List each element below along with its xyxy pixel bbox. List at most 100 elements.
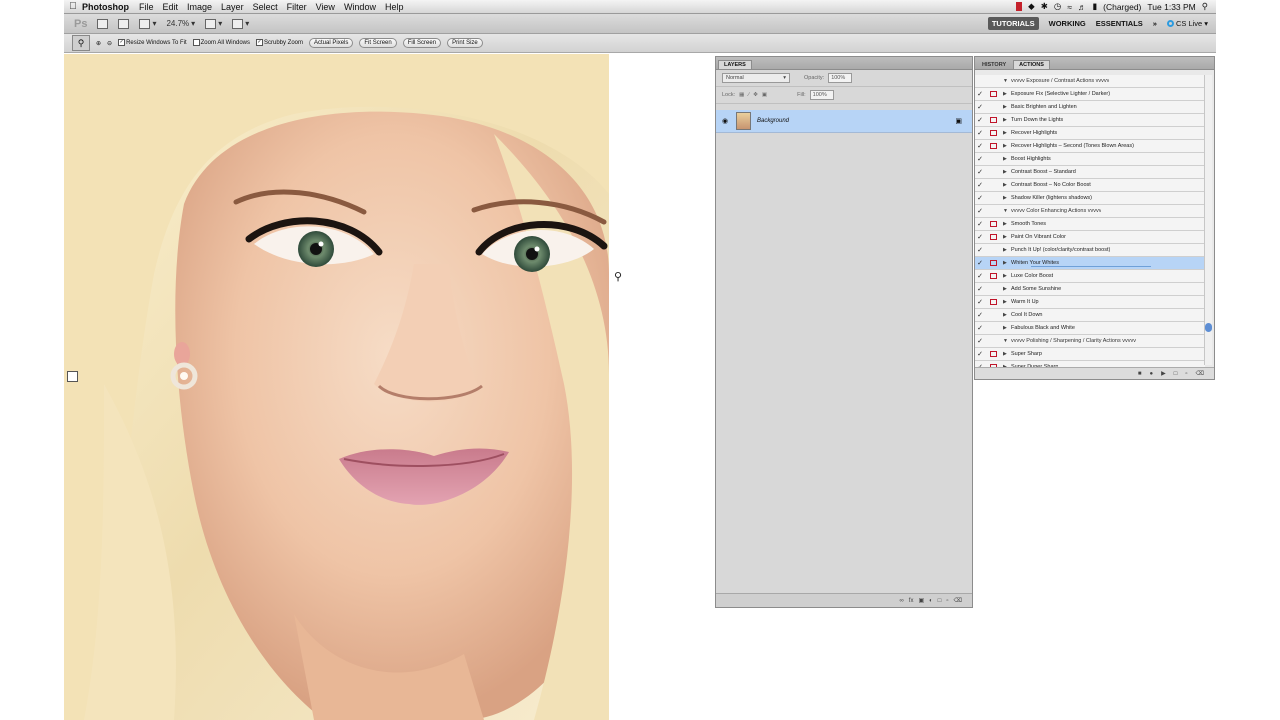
toggle-check-icon[interactable]: ✓ bbox=[975, 285, 985, 293]
action-set-row[interactable]: ▼ vvvvv Exposure / Contrast Actions vvvvv bbox=[975, 75, 1205, 88]
lock-transparent-icon[interactable]: ▦ bbox=[739, 92, 744, 98]
lock-image-icon[interactable]: ∕ bbox=[748, 92, 749, 98]
zoom-in-button[interactable]: ⊕ bbox=[96, 40, 101, 47]
layer-style-icon[interactable]: fx bbox=[909, 598, 914, 604]
actions-scrollbar[interactable] bbox=[1204, 75, 1212, 365]
toggle-check-icon[interactable]: ✓ bbox=[975, 272, 985, 280]
toggle-check-icon[interactable]: ✓ bbox=[975, 129, 985, 137]
screen-mode-button[interactable]: ▾ bbox=[232, 18, 249, 29]
dialog-toggle-icon[interactable] bbox=[990, 286, 997, 292]
wifi-icon[interactable]: ≈ bbox=[1067, 2, 1072, 12]
collapse-triangle-icon[interactable]: ▶ bbox=[1003, 195, 1011, 201]
action-row[interactable]: ✓ ▶ Paint On Vibrant Color bbox=[975, 231, 1205, 244]
toggle-check-icon[interactable]: ✓ bbox=[975, 298, 985, 306]
resize-windows-checkbox[interactable]: ✓ Resize Windows To Fit bbox=[118, 39, 187, 47]
toggle-check-icon[interactable]: ✓ bbox=[975, 90, 985, 98]
menu-edit[interactable]: Edit bbox=[163, 2, 179, 12]
action-set-row[interactable]: ✓ ▼ vvvvv Color Enhancing Actions vvvvv bbox=[975, 205, 1205, 218]
workspace-essentials[interactable]: ESSENTIALS bbox=[1096, 19, 1143, 28]
dialog-toggle-icon[interactable] bbox=[990, 247, 997, 253]
dialog-toggle-icon[interactable] bbox=[990, 117, 997, 123]
action-row[interactable]: ✓ ▶ Basic Brighten and Lighten bbox=[975, 101, 1205, 114]
adjustment-layer-icon[interactable]: ◐ bbox=[929, 598, 933, 604]
collapse-triangle-icon[interactable]: ▶ bbox=[1003, 182, 1011, 188]
cs-live-button[interactable]: CS Live ▾ bbox=[1166, 19, 1208, 28]
toggle-check-icon[interactable]: ✓ bbox=[975, 142, 985, 150]
toggle-check-icon[interactable]: ✓ bbox=[975, 194, 985, 202]
toggle-check-icon[interactable]: ✓ bbox=[975, 220, 985, 228]
timemachine-icon[interactable]: ◷ bbox=[1054, 1, 1061, 12]
dialog-toggle-icon[interactable] bbox=[990, 273, 997, 279]
collapse-triangle-icon[interactable]: ▶ bbox=[1003, 351, 1011, 357]
workspace-working[interactable]: WORKING bbox=[1049, 19, 1086, 28]
opacity-field[interactable]: 100% bbox=[828, 73, 853, 83]
collapse-triangle-icon[interactable]: ▶ bbox=[1003, 130, 1011, 136]
menu-file[interactable]: File bbox=[139, 2, 154, 12]
action-row[interactable]: ✓ ▶ Cool It Down bbox=[975, 309, 1205, 322]
collapse-triangle-icon[interactable]: ▶ bbox=[1003, 234, 1011, 240]
more-workspaces-button[interactable]: » bbox=[1153, 19, 1157, 28]
foreground-color-swatch[interactable] bbox=[66, 371, 78, 382]
app-menu-photoshop[interactable]: Photoshop bbox=[82, 2, 129, 12]
action-row[interactable]: ✓ ▶ Fabulous Black and White bbox=[975, 322, 1205, 335]
dialog-toggle-icon[interactable] bbox=[990, 195, 997, 201]
dialog-toggle-icon[interactable] bbox=[990, 312, 997, 318]
dialog-toggle-icon[interactable] bbox=[990, 325, 997, 331]
tab-layers[interactable]: LAYERS bbox=[718, 60, 752, 69]
link-layers-icon[interactable]: ∞ bbox=[900, 598, 904, 604]
apple-icon[interactable]:  bbox=[64, 1, 82, 12]
zoom-all-windows-checkbox[interactable]: Zoom All Windows bbox=[192, 39, 250, 47]
launch-mini-bridge-button[interactable] bbox=[118, 18, 130, 29]
dropbox-icon[interactable]: ◆ bbox=[1028, 1, 1035, 12]
zoom-out-button[interactable]: ⊖ bbox=[107, 40, 112, 47]
dialog-toggle-icon[interactable] bbox=[990, 156, 997, 162]
toggle-check-icon[interactable]: ✓ bbox=[975, 337, 985, 345]
expand-triangle-icon[interactable]: ▼ bbox=[1003, 208, 1011, 214]
view-extras-button[interactable]: ▾ bbox=[139, 18, 156, 29]
menu-image[interactable]: Image bbox=[187, 2, 212, 12]
dialog-toggle-icon[interactable] bbox=[990, 78, 997, 84]
new-set-icon[interactable]: □ bbox=[1174, 371, 1178, 377]
toggle-check-icon[interactable]: ✓ bbox=[975, 259, 985, 267]
dialog-toggle-icon[interactable] bbox=[990, 351, 997, 357]
new-group-icon[interactable]: □ bbox=[938, 598, 942, 604]
dialog-toggle-icon[interactable] bbox=[990, 182, 997, 188]
eye-icon[interactable]: ◉ bbox=[720, 117, 730, 125]
collapse-triangle-icon[interactable]: ▶ bbox=[1003, 104, 1011, 110]
dialog-toggle-icon[interactable] bbox=[990, 234, 997, 240]
toggle-check-icon[interactable]: ✓ bbox=[975, 246, 985, 254]
collapse-triangle-icon[interactable]: ▶ bbox=[1003, 221, 1011, 227]
action-row[interactable]: ✓ ▶ Recover Highlights bbox=[975, 127, 1205, 140]
action-row[interactable]: ✓ ▶ Luxe Color Boost bbox=[975, 270, 1205, 283]
add-mask-icon[interactable]: ▣ bbox=[918, 597, 924, 604]
collapse-triangle-icon[interactable]: ▶ bbox=[1003, 260, 1011, 266]
arrange-documents-button[interactable]: ▾ bbox=[205, 18, 222, 29]
collapse-triangle-icon[interactable]: ▶ bbox=[1003, 117, 1011, 123]
stop-icon[interactable]: ■ bbox=[1138, 371, 1142, 377]
actual-pixels-button[interactable]: Actual Pixels bbox=[309, 38, 354, 48]
collapse-triangle-icon[interactable]: ▶ bbox=[1003, 156, 1011, 162]
tab-actions[interactable]: ACTIONS bbox=[1013, 60, 1050, 69]
volume-icon[interactable]: ♬ bbox=[1078, 2, 1087, 12]
dialog-toggle-icon[interactable] bbox=[990, 221, 997, 227]
fill-screen-button[interactable]: Fill Screen bbox=[402, 38, 442, 48]
toggle-check-icon[interactable]: ✓ bbox=[975, 103, 985, 111]
toggle-check-icon[interactable]: ✓ bbox=[975, 207, 985, 215]
collapse-triangle-icon[interactable]: ▶ bbox=[1003, 143, 1011, 149]
collapse-triangle-icon[interactable]: ▶ bbox=[1003, 299, 1011, 305]
layer-row-background[interactable]: ◉ Background ▣ bbox=[716, 110, 972, 133]
action-row[interactable]: ✓ ▶ Whiten Your Whites bbox=[975, 257, 1205, 270]
zoom-level-select[interactable]: 24.7% ▾ bbox=[166, 19, 195, 28]
battery-status[interactable]: (Charged) bbox=[1103, 2, 1141, 12]
collapse-triangle-icon[interactable]: ▶ bbox=[1003, 273, 1011, 279]
record-icon[interactable]: ● bbox=[1150, 371, 1154, 377]
dialog-toggle-icon[interactable] bbox=[990, 130, 997, 136]
workspace-tutorials[interactable]: TUTORIALS bbox=[987, 17, 1039, 30]
dialog-toggle-icon[interactable] bbox=[990, 299, 997, 305]
collapse-triangle-icon[interactable]: ▶ bbox=[1003, 325, 1011, 331]
lock-position-icon[interactable]: ✥ bbox=[753, 92, 758, 98]
menu-window[interactable]: Window bbox=[344, 2, 376, 12]
expand-triangle-icon[interactable]: ▼ bbox=[1003, 338, 1011, 344]
action-row[interactable]: ✓ ▶ Boost Highlights bbox=[975, 153, 1205, 166]
play-icon[interactable]: ▶ bbox=[1161, 370, 1166, 377]
